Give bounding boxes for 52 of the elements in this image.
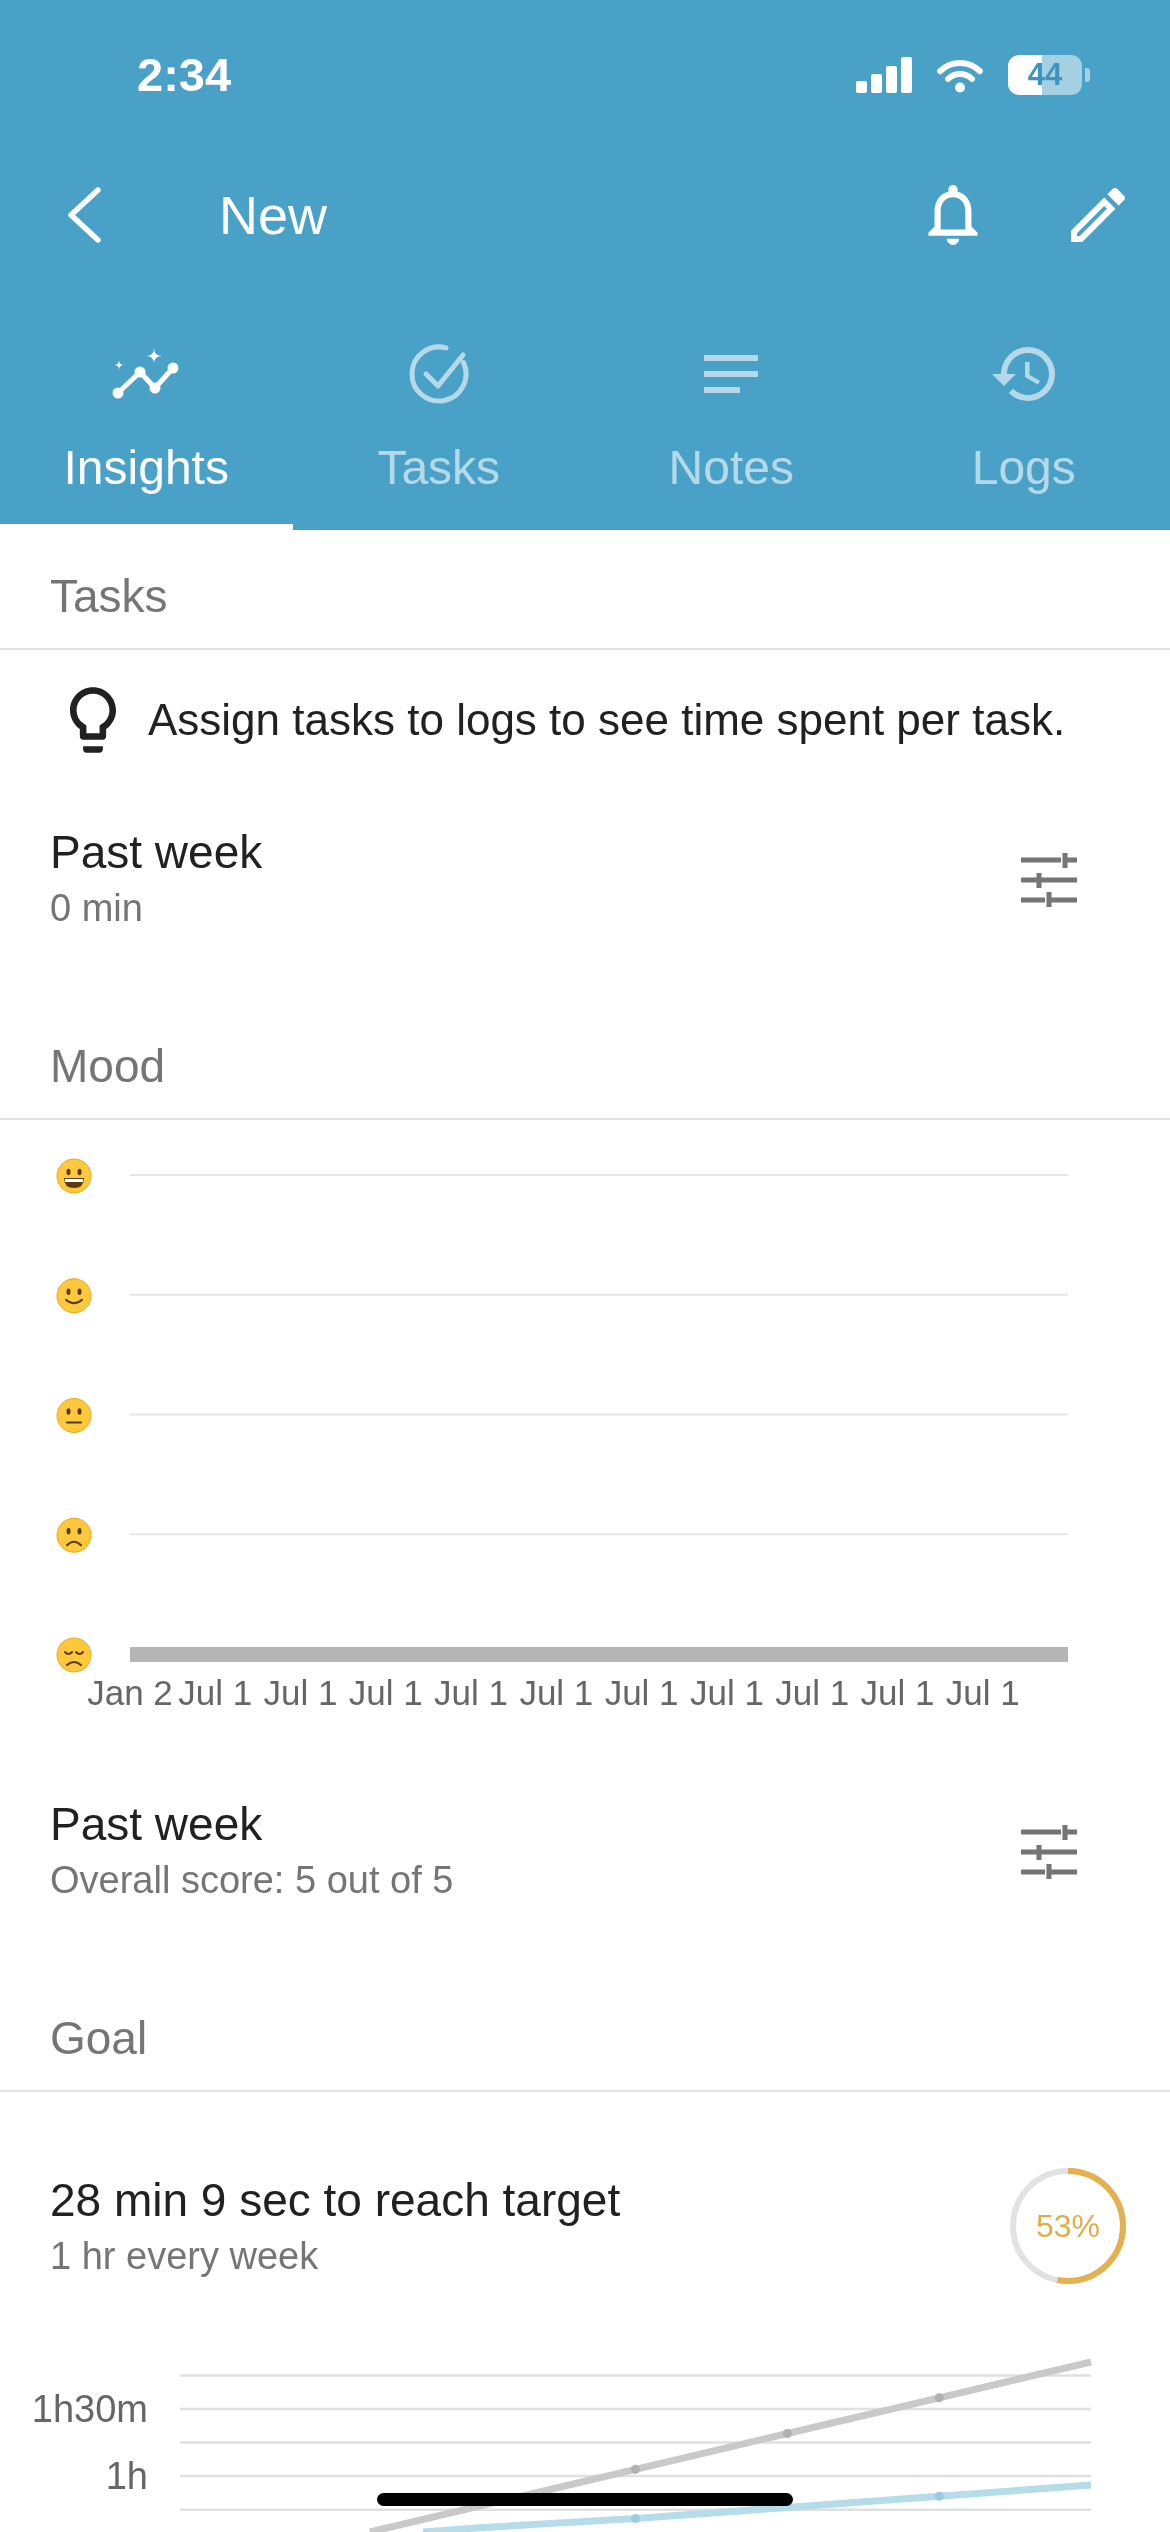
tab[interactable]: Notes <box>585 280 878 530</box>
tip-text: Assign tasks to logs to see time spent per task. <box>148 694 1066 746</box>
y-axis-label: 1h <box>105 2455 148 2498</box>
progress-percent: 53% <box>1035 2207 1100 2245</box>
back-icon[interactable] <box>66 187 102 243</box>
settings-sliders-icon[interactable] <box>1021 852 1077 908</box>
smiling-face-icon <box>56 1278 92 1314</box>
x-axis-label: Jul 1 <box>434 1673 509 1712</box>
summary-value: 0 min <box>50 886 143 931</box>
wifi-icon <box>936 57 984 93</box>
summary-title: Past week <box>50 1797 263 1851</box>
lightbulb-icon <box>70 687 116 753</box>
check-circle-icon <box>408 343 469 405</box>
section-heading: Tasks <box>0 530 1170 650</box>
section-heading: Mood <box>0 1000 1170 1120</box>
tab[interactable]: Logs <box>877 280 1170 530</box>
data-point <box>631 2464 640 2474</box>
x-axis-label: Jul 1 <box>263 1673 338 1712</box>
goal-title: 28 min 9 sec to reach target <box>50 2173 621 2227</box>
bell-icon[interactable] <box>928 185 978 245</box>
settings-sliders-icon[interactable] <box>1021 1824 1077 1880</box>
x-axis-label: Jul 1 <box>519 1673 594 1712</box>
frowning-face-icon <box>56 1517 92 1553</box>
grinning-face-icon <box>56 1158 92 1194</box>
summary-value: Overall score: 5 out of 5 <box>50 1858 454 1903</box>
x-axis-label: Jan 2 <box>87 1673 173 1712</box>
x-axis-label: Jul 1 <box>604 1673 679 1712</box>
sad-face-icon <box>56 1637 92 1673</box>
y-axis-label: 1h30m <box>31 2387 148 2430</box>
data-point <box>934 2491 944 2501</box>
data-point <box>631 2514 640 2524</box>
tab[interactable]: Tasks <box>292 280 585 530</box>
data-point <box>782 2429 792 2439</box>
summary-title: Past week <box>50 825 263 879</box>
goal-target: 1 hr every week <box>50 2234 319 2279</box>
x-axis-label: Jul 1 <box>945 1673 1020 1712</box>
neutral-face-icon <box>56 1398 92 1433</box>
tab[interactable]: Insights <box>0 280 293 530</box>
x-axis-label: Jul 1 <box>775 1673 850 1712</box>
x-axis-label: Jul 1 <box>689 1673 764 1712</box>
status-time: 2:34 <box>137 48 232 102</box>
text-lines-icon <box>702 354 761 394</box>
history-icon <box>992 347 1056 401</box>
sparkle-chart-icon <box>112 348 181 400</box>
x-axis-label: Jul 1 <box>860 1673 935 1712</box>
x-axis-label: Jul 1 <box>348 1673 423 1712</box>
section-heading: Goal <box>0 1972 1170 2092</box>
screen-title: New <box>219 184 329 246</box>
pencil-icon[interactable] <box>1071 188 1125 242</box>
data-point <box>934 2393 944 2403</box>
x-axis-label: Jul 1 <box>178 1673 253 1712</box>
signal-icon <box>856 57 912 93</box>
